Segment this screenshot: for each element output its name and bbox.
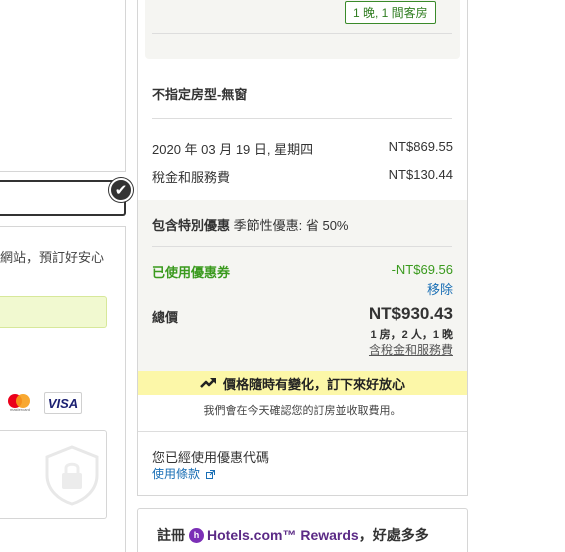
taxes-label: 稅金和服務費 <box>152 170 231 185</box>
secure-booking-notice: 網站，預訂好安心 <box>0 250 105 265</box>
checkmark-icon: ✔ <box>109 178 133 202</box>
left-top-panel <box>0 0 126 172</box>
rewards-signup-text[interactable]: 註冊 h Hotels.com™ Rewards ，好處多多 <box>157 525 429 545</box>
valid-payment-input[interactable] <box>0 296 107 328</box>
terms-link[interactable]: 使用條款 <box>152 465 216 482</box>
divider <box>138 431 467 432</box>
charge-confirmation-note: 我們會在今天確認您的訂房並收取費用。 <box>203 405 402 417</box>
booking-details: 1 房，2 人，1 晚 <box>370 329 453 341</box>
tax-included-note[interactable]: 含稅金和服務費 <box>369 341 453 358</box>
night-price-value: NT$869.55 <box>388 139 453 154</box>
terms-link-label[interactable]: 使用條款 <box>152 467 200 481</box>
rewards-prefix: 註冊 <box>157 527 185 543</box>
price-alert-text: 價格隨時有變化，訂下來好放心 <box>222 376 405 392</box>
remove-coupon-link[interactable]: 移除 <box>427 279 453 298</box>
total-price: NT$930.43 <box>368 304 453 323</box>
rooms-nights-badge: 1 晚, 1 間客房 <box>345 1 436 24</box>
rewards-suffix: ，好處多多 <box>358 527 429 543</box>
trending-up-icon <box>200 377 217 389</box>
special-deal-prefix: 包含特別優惠 <box>152 218 231 233</box>
price-alert-banner: 價格隨時有變化，訂下來好放心 <box>138 371 467 395</box>
rewards-brand: Hotels.com™ Rewards <box>207 527 359 543</box>
hotels-rewards-icon: h <box>189 527 204 543</box>
divider <box>152 246 452 247</box>
shield-lock-icon <box>41 444 103 509</box>
taxes-value: NT$130.44 <box>388 167 453 182</box>
coupon-discount-value: -NT$69.56 <box>391 262 453 277</box>
divider <box>152 118 452 119</box>
special-deal-text: 季節性優惠: 省 50% <box>230 218 349 233</box>
visa-icon: VISA <box>44 392 82 414</box>
promo-code-used-text: 您已經使用優惠代碼 <box>152 450 270 465</box>
external-link-icon <box>206 468 216 482</box>
room-type-title: 不指定房型-無窗 <box>152 87 248 102</box>
night-date-label: 2020 年 03 月 19 日, 星期四 <box>152 142 314 157</box>
validated-input-field[interactable] <box>0 180 126 216</box>
total-label: 總價 <box>152 310 179 325</box>
coupon-applied-label: 已使用優惠券 <box>152 265 231 280</box>
special-deal-line: 包含特別優惠 季節性優惠: 省 50% <box>152 215 348 234</box>
mastercard-icon: mastercard <box>4 393 32 412</box>
